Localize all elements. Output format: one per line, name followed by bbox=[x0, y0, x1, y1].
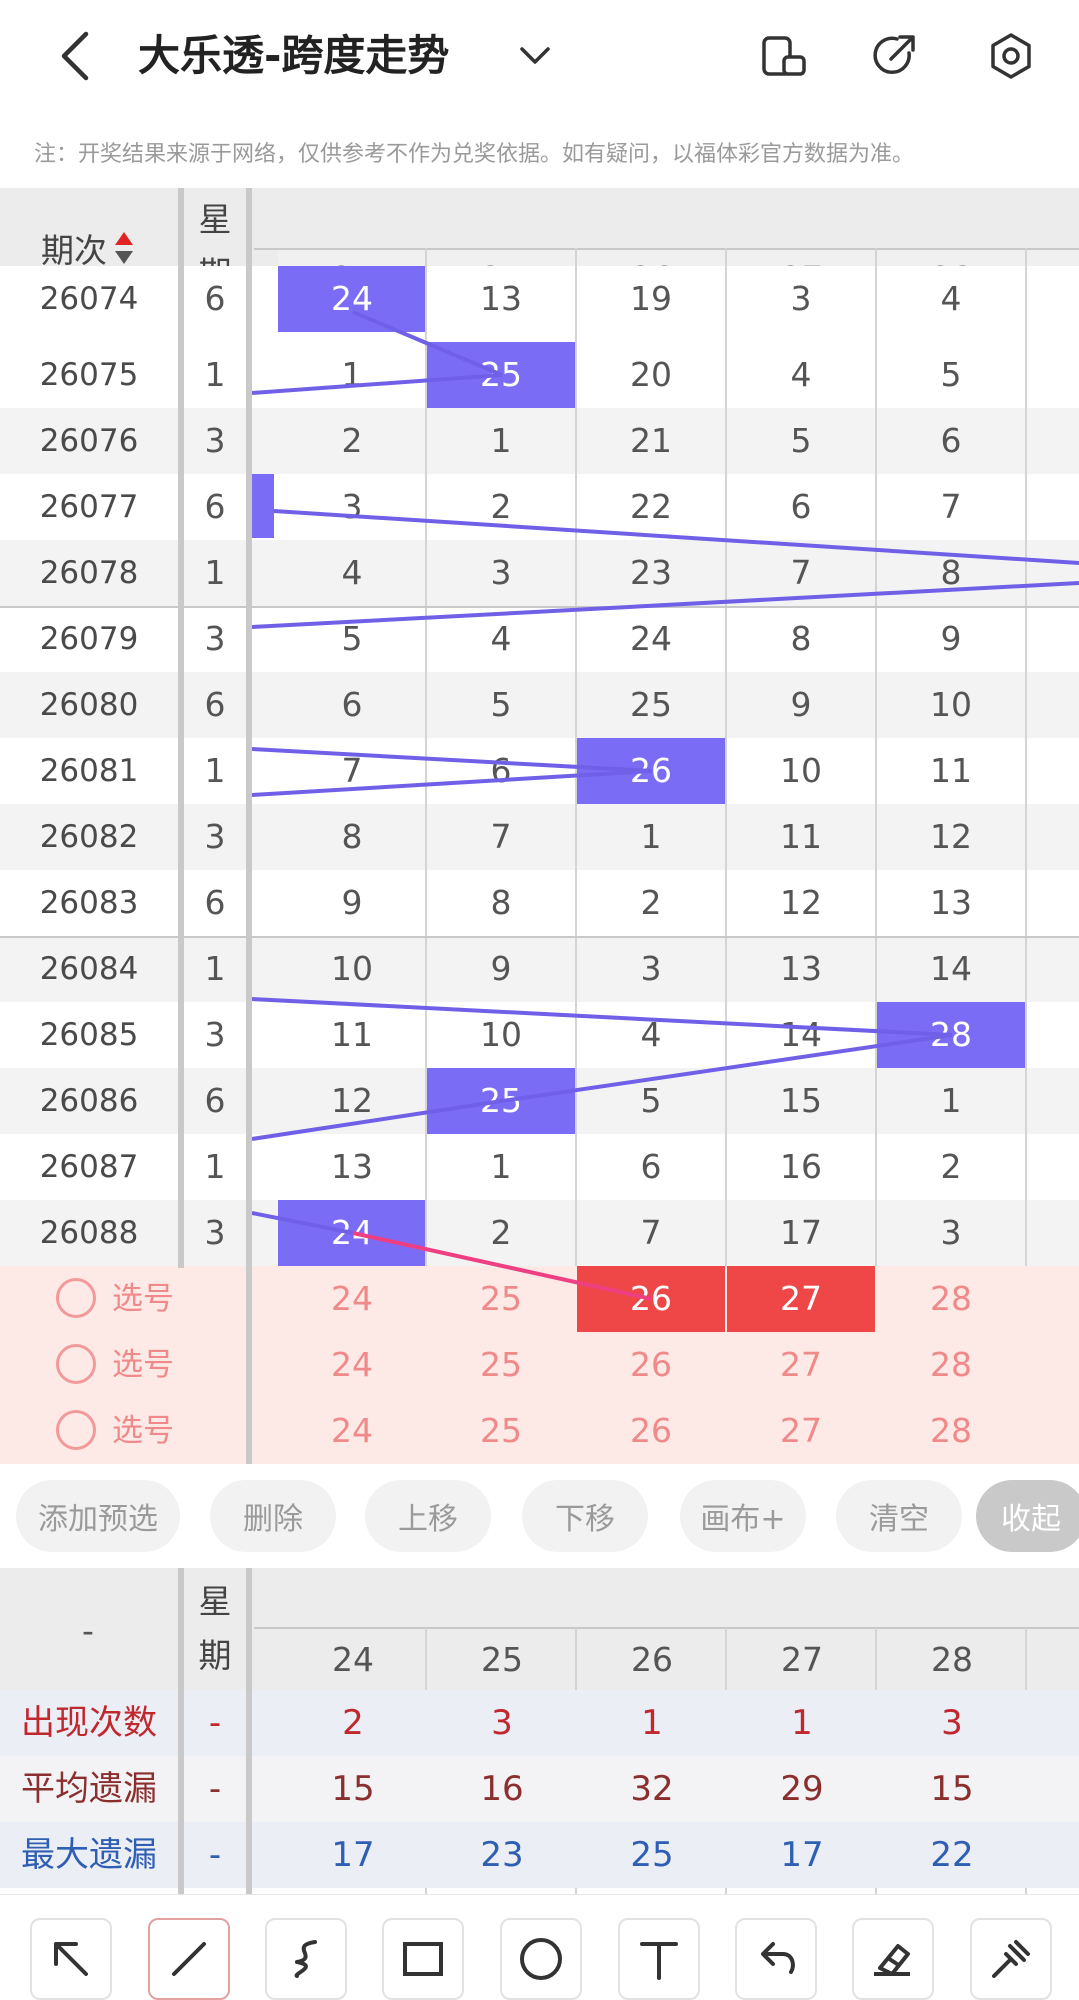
action-button[interactable]: 添加预选 bbox=[16, 1480, 180, 1552]
stats-label: 最大遗漏 bbox=[21, 1835, 157, 1875]
circle-tool-icon bbox=[520, 1938, 562, 1980]
stats-value: 32 bbox=[630, 1769, 674, 1809]
stats-value: 23 bbox=[480, 1835, 524, 1875]
issue-column-separator bbox=[178, 188, 184, 1268]
action-button[interactable]: 下移 bbox=[522, 1480, 648, 1552]
action-button[interactable]: 画布+ bbox=[680, 1480, 806, 1552]
trend-line bbox=[251, 747, 653, 773]
undo-icon bbox=[761, 1942, 795, 1974]
chevron-left-icon bbox=[61, 31, 89, 81]
stats-week-header-top: 星 bbox=[198, 1582, 232, 1621]
app-header: 大乐透-跨度走势 bbox=[0, 0, 1079, 112]
trend-table: 期次 星 期 2425262728 2607462413193426075112… bbox=[0, 188, 1079, 1464]
back-button[interactable] bbox=[50, 28, 100, 84]
trend-line bbox=[251, 581, 1079, 629]
stats-value: 3 bbox=[941, 1703, 963, 1743]
stats-column-header: 28 bbox=[931, 1640, 973, 1679]
trend-line bbox=[251, 1211, 354, 1235]
trend-line bbox=[251, 769, 653, 797]
stats-label-separator bbox=[178, 1568, 184, 1894]
stats-value: 22 bbox=[930, 1835, 974, 1875]
stats-value: 25 bbox=[630, 1835, 674, 1875]
title-dropdown[interactable] bbox=[510, 34, 560, 78]
arrow-tool-icon bbox=[54, 1942, 88, 1976]
page-title: 大乐透-跨度走势 bbox=[138, 31, 450, 80]
stats-value: 1 bbox=[641, 1703, 663, 1743]
stats-column-header: 24 bbox=[332, 1640, 374, 1679]
orientation-button[interactable] bbox=[755, 28, 811, 84]
chevron-down-icon bbox=[520, 47, 550, 64]
trend-line bbox=[352, 310, 503, 377]
stats-week-separator bbox=[246, 1568, 252, 1894]
trend-line bbox=[251, 1099, 503, 1141]
stats-week: - bbox=[208, 1835, 222, 1875]
action-button[interactable]: 清空 bbox=[836, 1480, 962, 1552]
line-tool-icon bbox=[172, 1942, 206, 1976]
trend-line bbox=[273, 509, 1079, 565]
phone-rotate-icon bbox=[762, 36, 806, 76]
stats-header-divider bbox=[254, 1627, 1079, 1629]
stats-table: - 星 期 24 25 26 27 28 出现次数 -2 3 1 1 3 平均遗漏 -15 16 32 29… bbox=[0, 1568, 1079, 1894]
share-icon bbox=[873, 35, 915, 75]
stats-corner-dash: - bbox=[82, 1611, 94, 1650]
trend-line bbox=[501, 1033, 953, 1103]
trend-lines-canvas bbox=[251, 310, 1079, 1301]
action-button[interactable]: 删除 bbox=[210, 1480, 336, 1552]
week-column-separator bbox=[246, 188, 252, 1464]
stats-week: - bbox=[208, 1703, 222, 1743]
stats-label: 平均遗漏 bbox=[21, 1769, 157, 1809]
text-tool-icon bbox=[640, 1942, 678, 1980]
stats-value: 17 bbox=[780, 1835, 824, 1875]
eraser-icon bbox=[874, 1944, 910, 1976]
brush-icon bbox=[992, 1940, 1030, 1978]
stats-column-header: 25 bbox=[481, 1640, 523, 1679]
rectangle-tool-icon bbox=[403, 1942, 443, 1976]
stats-label: 出现次数 bbox=[21, 1703, 157, 1743]
stats-value: 29 bbox=[780, 1769, 824, 1809]
stats-value: 15 bbox=[930, 1769, 974, 1809]
stats-value: 1 bbox=[791, 1703, 813, 1743]
stats-column-header: 27 bbox=[781, 1640, 823, 1679]
stats-value: 15 bbox=[331, 1769, 375, 1809]
stats-week-header-bottom: 期 bbox=[198, 1636, 232, 1675]
pink-drawn-line bbox=[352, 1231, 653, 1301]
stats-column-header: 26 bbox=[631, 1640, 673, 1679]
trend-line bbox=[251, 997, 953, 1037]
stats-week: - bbox=[208, 1769, 222, 1809]
collapse-button[interactable]: 收起 bbox=[976, 1480, 1079, 1552]
settings-button[interactable] bbox=[983, 28, 1039, 84]
stats-value: 3 bbox=[491, 1703, 513, 1743]
curve-tool-icon bbox=[294, 1940, 317, 1978]
disclaimer-notice: 注：开奖结果来源于网络，仅供参考不作为兑奖依据。如有疑问，以福体彩官方数据为准。 bbox=[34, 142, 915, 167]
stats-value: 2 bbox=[342, 1703, 364, 1743]
share-button[interactable] bbox=[866, 28, 922, 84]
action-button[interactable]: 上移 bbox=[365, 1480, 491, 1552]
gear-icon bbox=[991, 33, 1031, 79]
trend-line bbox=[251, 373, 503, 395]
stats-value: 16 bbox=[480, 1769, 524, 1809]
stats-value: 17 bbox=[331, 1835, 375, 1875]
